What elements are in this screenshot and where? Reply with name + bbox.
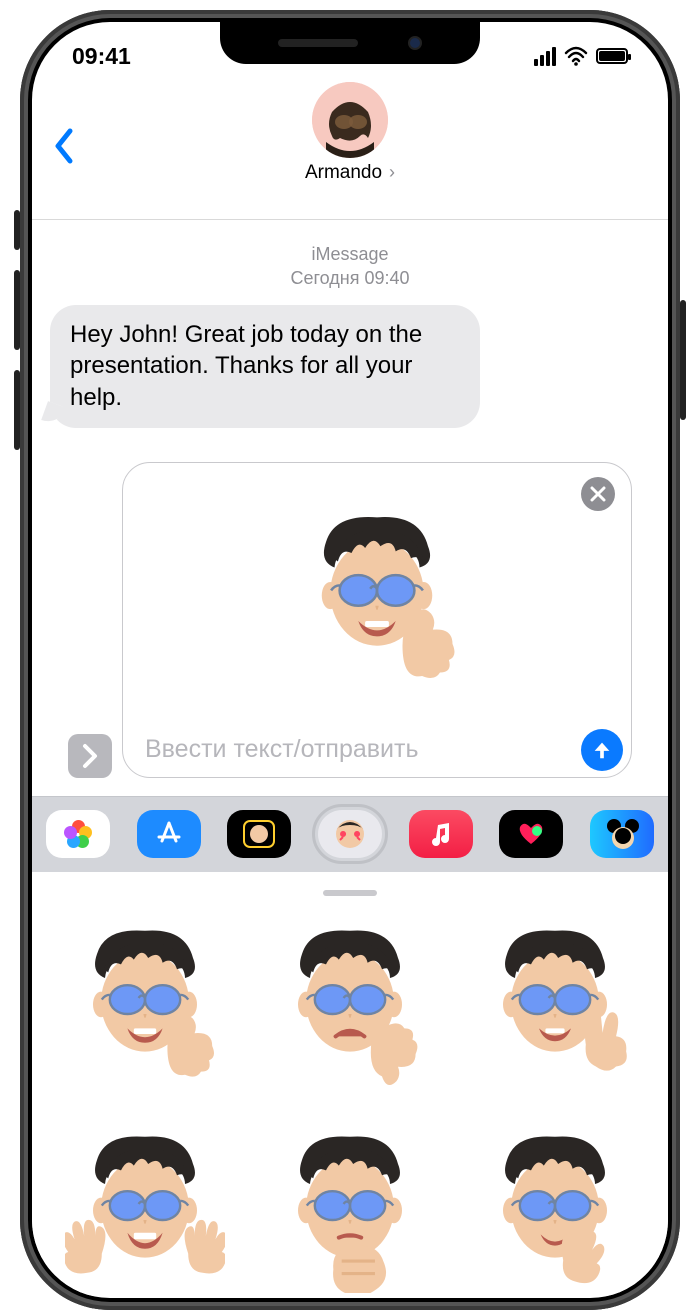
volume-up-button xyxy=(14,270,20,350)
music-note-icon xyxy=(429,821,453,847)
screen: 09:41 Armando › xyxy=(32,22,668,1298)
sticker-shush[interactable] xyxy=(467,1119,644,1296)
remove-attachment-button[interactable] xyxy=(581,477,615,511)
app-store-icon xyxy=(154,819,184,849)
conversation-scroll[interactable]: iMessage Сегодня 09:40 Hey John! Great j… xyxy=(32,220,668,778)
drawer-handle[interactable] xyxy=(323,890,377,896)
status-time: 09:41 xyxy=(72,43,131,70)
memoji-stickers-icon xyxy=(329,815,371,853)
chevron-left-icon xyxy=(52,127,74,165)
back-button[interactable] xyxy=(52,126,74,176)
sticker-thumbs-down[interactable] xyxy=(261,914,438,1091)
sticker-fist[interactable] xyxy=(261,1119,438,1296)
collapse-apps-button[interactable] xyxy=(68,734,112,778)
incoming-message-bubble[interactable]: Hey John! Great job today on the present… xyxy=(50,305,480,428)
disney-app[interactable] xyxy=(590,810,654,858)
placeholder-text: Ввести текст/отправить xyxy=(145,735,419,763)
sticker-peace[interactable] xyxy=(467,914,644,1091)
close-icon xyxy=(590,486,606,502)
sticker-drawer[interactable] xyxy=(32,872,668,1297)
fitness-app[interactable] xyxy=(499,810,563,858)
memoji-thumbs-up-sticker xyxy=(292,503,462,683)
animoji-icon xyxy=(239,816,279,852)
apple-music-app[interactable] xyxy=(409,810,473,858)
sticker-jazz-hands[interactable] xyxy=(56,1119,233,1296)
message-input[interactable]: Ввести текст/отправить xyxy=(145,735,571,764)
volume-down-button xyxy=(14,370,20,450)
contact-avatar[interactable] xyxy=(312,82,388,158)
cellular-signal-icon xyxy=(534,47,556,66)
animoji-app[interactable] xyxy=(227,810,291,858)
contact-name-button[interactable]: Armando › xyxy=(32,162,668,184)
power-button xyxy=(680,300,686,420)
compose-field[interactable]: Ввести текст/отправить xyxy=(122,462,632,778)
message-text: Hey John! Great job today on the present… xyxy=(70,321,422,411)
contact-name-label: Armando xyxy=(305,162,382,183)
chevron-right-icon xyxy=(80,743,100,769)
arrow-up-icon xyxy=(591,739,613,761)
mickey-icon xyxy=(602,816,642,852)
mute-switch xyxy=(14,210,20,250)
sticker-thumbs-up[interactable] xyxy=(56,914,233,1091)
timestamp-label: Сегодня 09:40 xyxy=(50,266,650,290)
heart-icon xyxy=(514,820,548,848)
photos-app[interactable] xyxy=(46,810,110,858)
message-metadata: iMessage Сегодня 09:40 xyxy=(50,242,650,291)
chevron-right-icon: › xyxy=(384,162,395,182)
memoji-stickers-app[interactable] xyxy=(318,810,382,858)
imessage-app-strip[interactable] xyxy=(32,796,668,872)
staged-attachment xyxy=(123,463,631,723)
photos-icon xyxy=(64,820,92,848)
battery-icon xyxy=(596,48,628,64)
conversation-header: Armando › xyxy=(32,82,668,220)
send-button[interactable] xyxy=(581,729,623,771)
notch xyxy=(220,22,480,64)
wifi-icon xyxy=(564,46,588,66)
app-store-app[interactable] xyxy=(137,810,201,858)
phone-frame: 09:41 Armando › xyxy=(20,10,680,1310)
sticker-grid xyxy=(56,914,644,1297)
service-label: iMessage xyxy=(50,242,650,266)
